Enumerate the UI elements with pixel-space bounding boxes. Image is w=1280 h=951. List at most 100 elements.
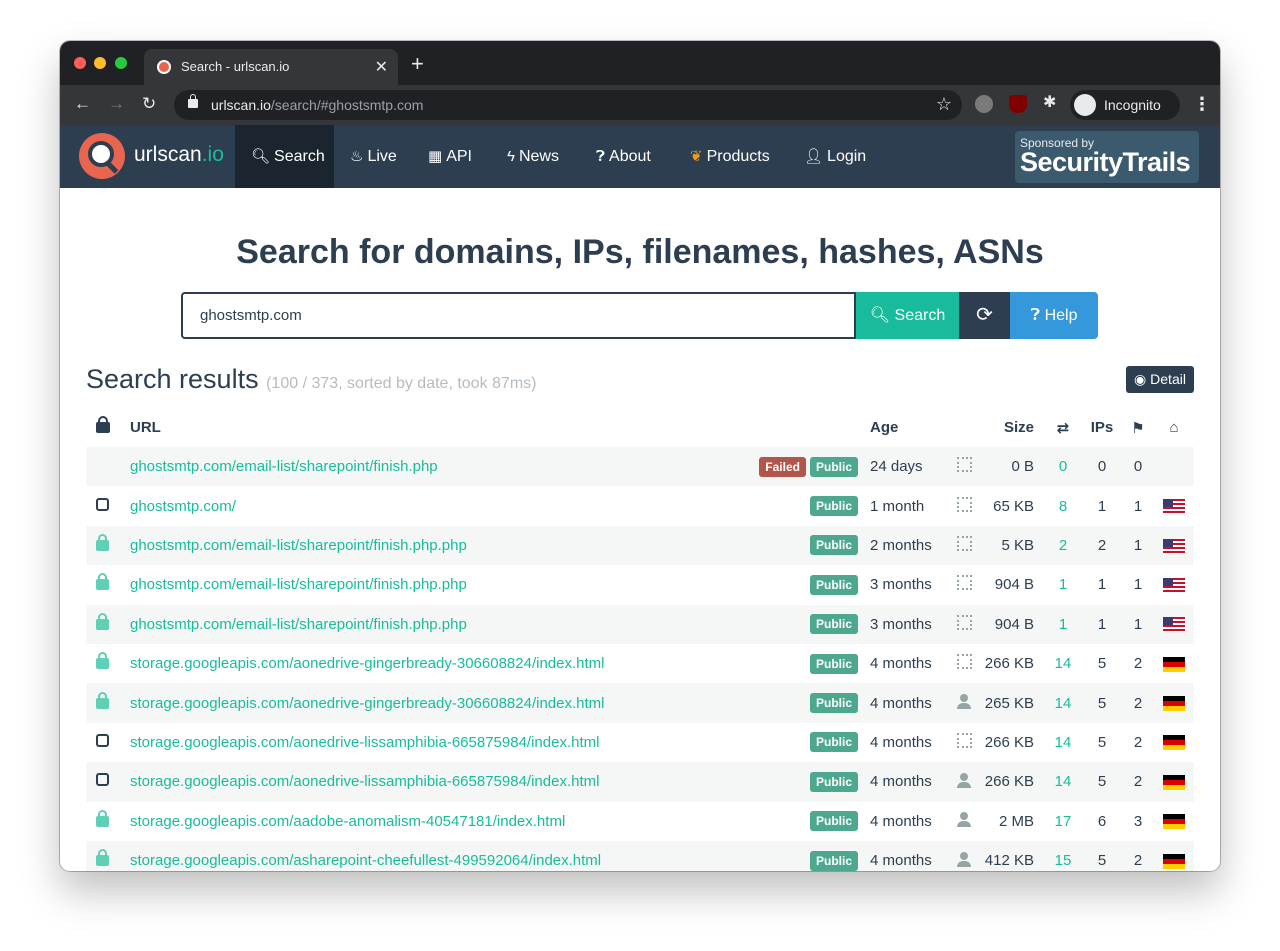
- qrcode-icon: [956, 732, 972, 748]
- table-row[interactable]: storage.googleapis.com/aonedrive-gingerb…: [86, 644, 1194, 683]
- table-row[interactable]: ghostsmtp.com/email-list/sharepoint/fini…: [86, 565, 1194, 604]
- table-row[interactable]: ghostsmtp.com/Public 1 month 65 KB 8 1 1: [86, 486, 1194, 525]
- country-flag-de-icon: [1163, 774, 1185, 790]
- result-url-link[interactable]: storage.googleapis.com/aonedrive-gingerb…: [130, 655, 604, 672]
- age-cell: 4 months: [870, 852, 932, 870]
- table-row[interactable]: ghostsmtp.com/email-list/sharepoint/fini…: [86, 604, 1194, 644]
- url-cell: storage.googleapis.com/aonedrive-gingerb…: [130, 644, 726, 683]
- secure-lock-icon: [96, 612, 109, 630]
- extension-icon[interactable]: [975, 95, 993, 113]
- result-url-link[interactable]: ghostsmtp.com/email-list/sharepoint/fini…: [130, 616, 467, 633]
- result-url-link[interactable]: ghostsmtp.com/: [130, 498, 236, 515]
- bookmark-star-icon[interactable]: ☆: [936, 94, 952, 115]
- age-column-header[interactable]: Age: [870, 408, 944, 447]
- table-row[interactable]: storage.googleapis.com/aadobe-anomalism-…: [86, 802, 1194, 841]
- ips-column-header[interactable]: IPs: [1082, 408, 1122, 447]
- public-badge: Public: [809, 811, 858, 832]
- badges-cell: Public: [726, 565, 870, 604]
- nav-search[interactable]: 🔍︎ Search: [235, 125, 334, 188]
- sponsor-brand: SecurityTrails: [1020, 147, 1191, 177]
- sponsor-banner[interactable]: Sponsored by SecurityTrails: [1015, 131, 1199, 183]
- search-input[interactable]: [181, 292, 856, 339]
- qrcode-icon: [956, 575, 972, 591]
- countries-column-header[interactable]: ⚑: [1122, 408, 1154, 447]
- search-button-label: Search: [894, 307, 946, 324]
- ublock-icon[interactable]: [1009, 95, 1027, 113]
- urlscan-logo-icon[interactable]: [79, 133, 125, 179]
- minimize-window-button[interactable]: [94, 57, 106, 69]
- table-row[interactable]: storage.googleapis.com/asharepoint-cheef…: [86, 840, 1194, 871]
- nav-search-label: Search: [274, 148, 325, 165]
- table-row[interactable]: storage.googleapis.com/aonedrive-gingerb…: [86, 683, 1194, 723]
- requests-column-header[interactable]: ⇄: [1044, 408, 1082, 447]
- maximize-window-button[interactable]: [115, 57, 127, 69]
- flag-cell: [1154, 605, 1194, 644]
- ips-cell: 1: [1097, 576, 1107, 594]
- flag-cell: [1154, 644, 1194, 683]
- brand-logo[interactable]: urlscan.io: [134, 143, 224, 167]
- result-url-link[interactable]: storage.googleapis.com/aonedrive-lissamp…: [130, 773, 599, 790]
- url-cell: ghostsmtp.com/: [130, 486, 726, 525]
- extensions-puzzle-icon[interactable]: ✱: [1043, 92, 1061, 111]
- url-cell: ghostsmtp.com/email-list/sharepoint/fini…: [130, 565, 726, 604]
- address-bar[interactable]: urlscan.io/search/#ghostsmtp.com ☆: [174, 90, 962, 120]
- brand-suffix: .io: [201, 143, 224, 166]
- results-heading: Search results (100 / 373, sorted by dat…: [86, 364, 536, 395]
- help-button[interactable]: ❓︎ Help: [1010, 292, 1098, 339]
- size-column-header[interactable]: Size: [984, 408, 1044, 447]
- reload-icon[interactable]: ↻: [142, 94, 156, 114]
- result-url-link[interactable]: ghostsmtp.com/email-list/sharepoint/fini…: [130, 576, 467, 593]
- size-cell: 266 KB: [984, 655, 1034, 673]
- lock-icon[interactable]: [188, 94, 198, 108]
- result-url-link[interactable]: storage.googleapis.com/aonedrive-gingerb…: [130, 695, 604, 712]
- badges-column-header: [726, 408, 870, 447]
- source-cell: [944, 841, 984, 871]
- nav-login[interactable]: 👤︎ Login: [804, 125, 866, 188]
- nav-live[interactable]: ♨ Live: [350, 125, 397, 188]
- browser-tab[interactable]: Search - urlscan.io ✕: [144, 49, 398, 85]
- secure-lock-icon: [96, 849, 109, 867]
- table-row[interactable]: storage.googleapis.com/aonedrive-lissamp…: [86, 723, 1194, 762]
- url-column-header[interactable]: URL: [130, 408, 726, 447]
- result-url-link[interactable]: ghostsmtp.com/email-list/sharepoint/fini…: [130, 537, 467, 554]
- refresh-button[interactable]: ⟳: [959, 292, 1010, 339]
- countries-cell: 3: [1133, 812, 1143, 830]
- source-cell: [944, 565, 984, 604]
- nav-news[interactable]: ϟ News: [507, 125, 559, 188]
- bolt-icon: ϟ: [507, 148, 515, 165]
- brand-name: urlscan: [134, 143, 202, 166]
- detail-toggle-button[interactable]: ◉ Detail: [1126, 366, 1194, 393]
- table-row[interactable]: storage.googleapis.com/aonedrive-lissamp…: [86, 762, 1194, 802]
- new-tab-icon[interactable]: +: [411, 53, 424, 75]
- nav-about[interactable]: ❓︎ About: [596, 125, 651, 188]
- nav-api[interactable]: ▦ API: [428, 125, 472, 188]
- incognito-indicator[interactable]: Incognito: [1070, 90, 1180, 120]
- result-url-link[interactable]: ghostsmtp.com/email-list/sharepoint/fini…: [130, 458, 438, 475]
- back-icon[interactable]: ←: [74, 94, 91, 114]
- countries-cell: 2: [1133, 655, 1143, 673]
- size-cell: 5 KB: [1001, 536, 1034, 554]
- country-flag-us-icon: [1163, 499, 1185, 515]
- table-row[interactable]: ghostsmtp.com/email-list/sharepoint/fini…: [86, 447, 1194, 487]
- size-cell: 2 MB: [998, 812, 1034, 830]
- nav-products[interactable]: ❦ Products: [690, 125, 770, 188]
- search-button[interactable]: 🔍︎ Search: [856, 292, 959, 339]
- size-cell: 904 B: [994, 615, 1034, 633]
- table-row[interactable]: ghostsmtp.com/email-list/sharepoint/fini…: [86, 525, 1194, 566]
- public-badge: Public: [809, 574, 858, 595]
- ips-cell: 1: [1097, 615, 1107, 633]
- result-url-link[interactable]: storage.googleapis.com/aadobe-anomalism-…: [130, 813, 565, 830]
- requests-cell: 14: [1054, 733, 1072, 751]
- close-tab-icon[interactable]: ✕: [375, 57, 388, 77]
- flag-cell: [1154, 526, 1194, 565]
- result-url-link[interactable]: storage.googleapis.com/asharepoint-cheef…: [130, 852, 601, 869]
- result-url-link[interactable]: storage.googleapis.com/aonedrive-lissamp…: [130, 734, 599, 751]
- requests-cell: 1: [1058, 576, 1068, 594]
- close-window-button[interactable]: [74, 57, 86, 69]
- age-cell: 4 months: [870, 773, 932, 791]
- requests-cell: 8: [1058, 497, 1068, 515]
- countries-cell: 1: [1133, 615, 1143, 633]
- browser-menu-icon[interactable]: ⋮: [1193, 94, 1211, 115]
- forward-icon[interactable]: →: [108, 94, 125, 114]
- urlscan-favicon-icon: [157, 60, 171, 74]
